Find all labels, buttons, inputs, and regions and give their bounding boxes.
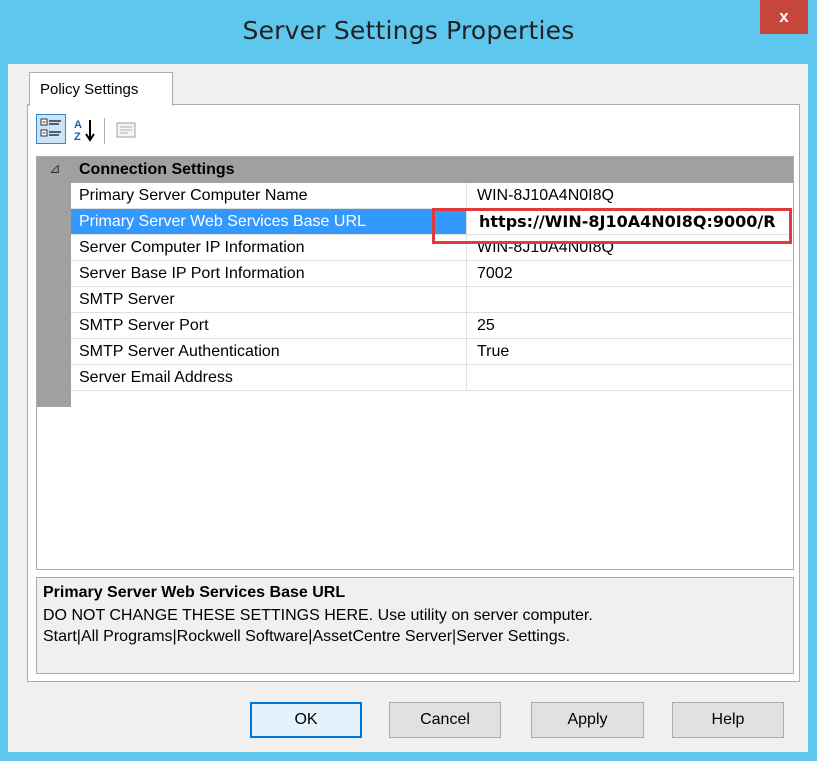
property-value[interactable]: 25: [469, 313, 793, 338]
description-title: Primary Server Web Services Base URL: [43, 584, 346, 601]
category-connection-settings[interactable]: ⊿ Connection Settings: [37, 157, 793, 183]
cancel-button[interactable]: Cancel: [389, 702, 501, 738]
tab-policy-settings[interactable]: Policy Settings: [29, 72, 173, 106]
category-label: Connection Settings: [79, 161, 235, 178]
description-line-1: DO NOT CHANGE THESE SETTINGS HERE. Use u…: [43, 607, 593, 624]
property-grid-toolbar: A Z: [36, 112, 794, 150]
property-row[interactable]: SMTP Server Authentication True: [71, 339, 793, 365]
description-pane: Primary Server Web Services Base URL DO …: [36, 577, 794, 674]
property-pages-button[interactable]: [114, 118, 138, 142]
help-button[interactable]: Help: [672, 702, 784, 738]
close-icon: x: [779, 7, 789, 26]
property-name: Server Email Address: [71, 365, 467, 390]
property-value[interactable]: [469, 365, 793, 390]
grid-left-margin: [37, 157, 71, 407]
property-row[interactable]: Primary Server Computer Name WIN-8J10A4N…: [71, 183, 793, 209]
title-bar[interactable]: Server Settings Properties x: [0, 0, 817, 64]
property-row[interactable]: Server Base IP Port Information 7002: [71, 261, 793, 287]
categorized-view-button[interactable]: [36, 114, 66, 144]
toolbar-separator: [104, 118, 105, 144]
sort-alphabetical-icon: A Z: [74, 119, 95, 143]
highlight-annotation: [432, 208, 792, 244]
property-row[interactable]: SMTP Server Port 25: [71, 313, 793, 339]
property-name: Primary Server Computer Name: [71, 183, 467, 208]
categorized-view-icon: [40, 118, 61, 137]
description-text: DO NOT CHANGE THESE SETTINGS HERE. Use u…: [43, 605, 783, 647]
tab-label: Policy Settings: [40, 81, 139, 98]
property-value[interactable]: WIN-8J10A4N0I8Q: [469, 183, 793, 208]
alphabetical-sort-button[interactable]: A Z: [72, 116, 98, 144]
property-name: Server Base IP Port Information: [71, 261, 467, 286]
property-row[interactable]: Server Email Address: [71, 365, 793, 391]
apply-button[interactable]: Apply: [531, 702, 644, 738]
close-button[interactable]: x: [760, 0, 808, 34]
window-title: Server Settings Properties: [242, 16, 575, 45]
ok-button[interactable]: OK: [250, 702, 362, 738]
property-name: Primary Server Web Services Base URL: [71, 209, 467, 234]
svg-text:A: A: [74, 119, 82, 131]
collapse-icon[interactable]: ⊿: [49, 160, 61, 177]
property-name: SMTP Server Authentication: [71, 339, 467, 364]
property-row[interactable]: SMTP Server: [71, 287, 793, 313]
svg-text:Z: Z: [74, 131, 81, 143]
description-line-2: Start|All Programs|Rockwell Software|Ass…: [43, 628, 571, 645]
property-name: SMTP Server Port: [71, 313, 467, 338]
property-value[interactable]: True: [469, 339, 793, 364]
property-value[interactable]: [469, 287, 793, 312]
property-value[interactable]: 7002: [469, 261, 793, 286]
property-name: SMTP Server: [71, 287, 467, 312]
property-name: Server Computer IP Information: [71, 235, 467, 260]
property-pages-icon: [116, 122, 136, 138]
dialog-window: Server Settings Properties x Policy Sett…: [0, 0, 817, 761]
